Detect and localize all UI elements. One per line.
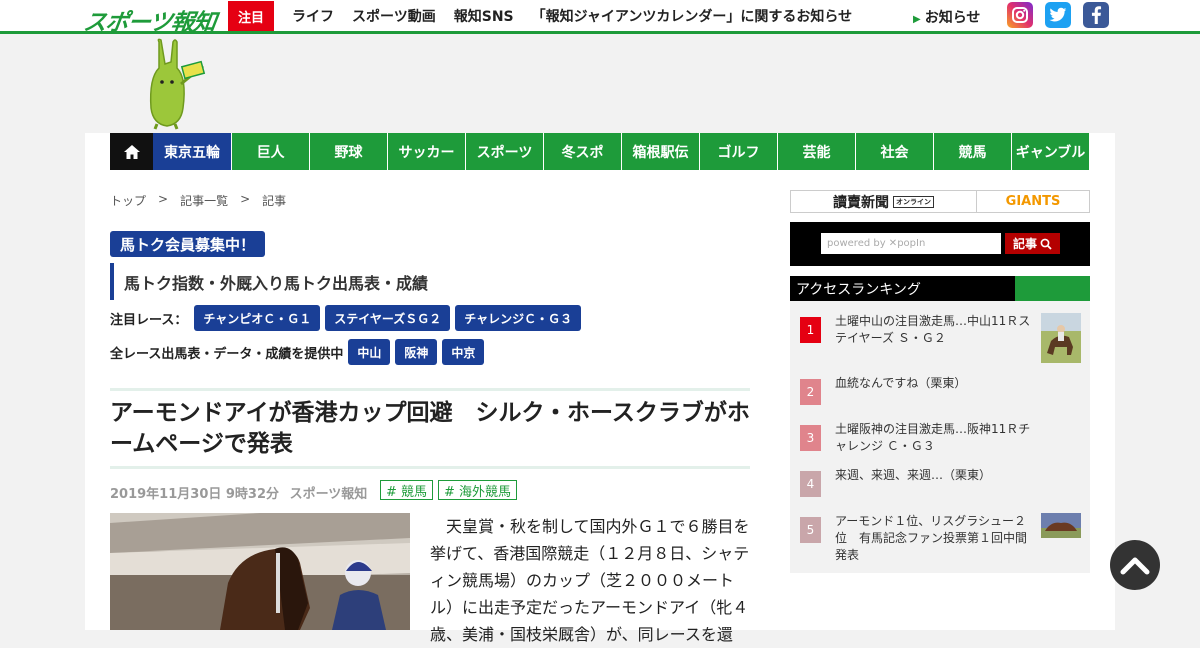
race-chip-champions-cup[interactable]: チャンピオＣ・Ｇ１ xyxy=(194,305,321,331)
ranking-title-text: 血統なんですね（栗東） xyxy=(835,376,967,390)
search-button-label: 記事 xyxy=(1012,237,1037,251)
divider xyxy=(110,466,750,469)
top-links: ライフ スポーツ動画 報知SNS 「報知ジャイアンツカレンダー」に関するお知らせ xyxy=(292,6,852,26)
ranking-number: 5 xyxy=(800,517,821,543)
venue-chip-nakayama[interactable]: 中山 xyxy=(348,339,391,365)
ranking-title-text: 土曜阪神の注目激走馬…阪神11Ｒチャレンジ Ｃ・Ｇ３ xyxy=(835,422,1031,453)
breadcrumb-current: 記事 xyxy=(262,194,287,208)
nav-item-giants[interactable]: 巨人 xyxy=(231,133,309,170)
article-body: 天皇賞・秋を制して国内外Ｇ１で６勝目を挙げて、香港国際競走（１２月８日、シャティ… xyxy=(430,517,750,644)
ranking-number: 4 xyxy=(800,471,821,497)
article-search-box: powered by ✕popIn 記事 xyxy=(790,222,1090,266)
ranking-header-accent xyxy=(1015,276,1090,301)
yomiuri-online-link[interactable]: 讀賣新聞 オンライン xyxy=(791,191,977,212)
top-link-video[interactable]: スポーツ動画 xyxy=(352,6,436,26)
ranking-thumbnail xyxy=(1041,513,1081,538)
triangle-right-icon: ▶ xyxy=(913,14,921,25)
tag-horse-racing[interactable]: # 競馬 xyxy=(380,480,434,500)
attention-button[interactable]: 注目 xyxy=(228,1,274,31)
nav-item-soccer[interactable]: サッカー xyxy=(387,133,465,170)
ranking-title: アクセスランキング xyxy=(796,281,921,298)
top-link-life[interactable]: ライフ xyxy=(292,6,334,26)
notice-link[interactable]: ▶ お知らせ xyxy=(913,7,980,27)
nav-item-hakone-ekiden[interactable]: 箱根駅伝 xyxy=(621,133,699,170)
ranking-title-text: アーモンド１位、リスグラシュー２位 有馬記念ファン投票第１回中間発表 xyxy=(835,514,1028,562)
giants-link[interactable]: GIANTS xyxy=(977,191,1089,212)
mascot-illustration xyxy=(145,38,207,134)
nav-item-gamble[interactable]: ギャンブル xyxy=(1011,133,1089,170)
site-logo[interactable]: スポーツ報知 xyxy=(82,3,218,37)
ranking-number: 3 xyxy=(800,425,821,451)
instagram-icon[interactable] xyxy=(1007,2,1033,28)
home-icon xyxy=(123,144,140,159)
search-input[interactable]: powered by ✕popIn xyxy=(821,233,1001,254)
race-chip-stayers-stakes[interactable]: ステイヤーズＳＧ２ xyxy=(325,305,451,331)
top-link-sns[interactable]: 報知SNS xyxy=(454,6,514,26)
top-bar: スポーツ報知 注目 ライフ スポーツ動画 報知SNS 「報知ジャイアンツカレンダ… xyxy=(0,0,1200,37)
article-headline: アーモンドアイが香港カップ回避 シルク・ホースクラブがホームページで発表 xyxy=(110,400,750,457)
yomiuri-giants-banner: 讀賣新聞 オンライン GIANTS xyxy=(790,190,1090,213)
back-to-top-button[interactable] xyxy=(1110,540,1160,590)
category-nav: 東京五輪 巨人 野球 サッカー スポーツ 冬スポ 箱根駅伝 ゴルフ 芸能 社会 … xyxy=(110,133,1089,170)
nav-item-baseball[interactable]: 野球 xyxy=(309,133,387,170)
promo-subtitle[interactable]: 馬トク指数・外厩入り馬トク出馬表・成績 xyxy=(110,263,750,300)
breadcrumb: トップ > 記事一覧 > 記事 xyxy=(110,192,286,209)
all-races-row: 全レース出馬表・データ・成績を提供中 中山 阪神 中京 xyxy=(110,339,485,365)
nav-item-sports[interactable]: スポーツ xyxy=(465,133,543,170)
article-meta: 2019年11月30日 9時32分 スポーツ報知 xyxy=(110,483,367,502)
breadcrumb-article-list[interactable]: 記事一覧 xyxy=(180,192,228,209)
ranking-list: 1 土曜中山の注目激走馬…中山11Ｒステイヤーズ Ｓ・Ｇ２ 2 血統なんですね（… xyxy=(790,301,1090,573)
nav-item-entertainment[interactable]: 芸能 xyxy=(777,133,855,170)
article-date: 2019年11月30日 9時32分 xyxy=(110,487,280,502)
notice-label: お知らせ xyxy=(924,10,981,26)
ranking-number: 1 xyxy=(800,317,821,343)
facebook-icon[interactable] xyxy=(1083,2,1109,28)
ranking-title-text: 土曜中山の注目激走馬…中山11Ｒステイヤーズ Ｓ・Ｇ２ xyxy=(835,314,1031,345)
chevron-up-icon xyxy=(1120,557,1150,575)
article-source: スポーツ報知 xyxy=(289,487,368,502)
nav-item-olympics[interactable]: 東京五輪 xyxy=(153,133,231,170)
nav-item-golf[interactable]: ゴルフ xyxy=(699,133,777,170)
article-photo xyxy=(110,513,410,630)
twitter-icon[interactable] xyxy=(1045,2,1071,28)
venue-chip-hanshin[interactable]: 阪神 xyxy=(395,339,438,365)
divider xyxy=(110,388,750,391)
race-chip-challenge-cup[interactable]: チャレンジＣ・Ｇ３ xyxy=(455,305,582,331)
ranking-title-text: 来週、来週、来週…（栗東） xyxy=(835,468,992,482)
nav-home[interactable] xyxy=(110,133,153,170)
tag-overseas-horse-racing[interactable]: # 海外競馬 xyxy=(438,480,518,500)
ranking-number: 2 xyxy=(800,379,821,405)
featured-races-row: 注目レース： チャンピオＣ・Ｇ１ ステイヤーズＳＧ２ チャレンジＣ・Ｇ３ xyxy=(110,305,582,331)
member-recruit-badge[interactable]: 馬トク会員募集中！ xyxy=(110,231,266,257)
yomiuri-label: 讀賣新聞 xyxy=(833,194,889,211)
breadcrumb-separator: > xyxy=(240,192,251,206)
top-link-calendar-notice[interactable]: 「報知ジャイアンツカレンダー」に関するお知らせ xyxy=(532,6,852,26)
article-tags: # 競馬 # 海外競馬 xyxy=(380,480,518,500)
nav-item-winter-sports[interactable]: 冬スポ xyxy=(543,133,621,170)
ranking-thumbnail xyxy=(1041,313,1081,363)
yomiuri-sub-label: オンライン xyxy=(893,195,934,208)
nav-item-horse-racing[interactable]: 競馬 xyxy=(933,133,1011,170)
breadcrumb-separator: > xyxy=(158,192,169,206)
ranking-header: アクセスランキング xyxy=(790,276,1090,301)
venue-chip-chukyo[interactable]: 中京 xyxy=(442,339,485,365)
search-button[interactable]: 記事 xyxy=(1005,233,1060,254)
search-icon xyxy=(1040,238,1052,250)
breadcrumb-top[interactable]: トップ xyxy=(110,192,146,209)
all-races-label: 全レース出馬表・データ・成績を提供中 xyxy=(110,346,344,362)
nav-item-society[interactable]: 社会 xyxy=(855,133,933,170)
featured-races-label: 注目レース： xyxy=(110,312,188,328)
